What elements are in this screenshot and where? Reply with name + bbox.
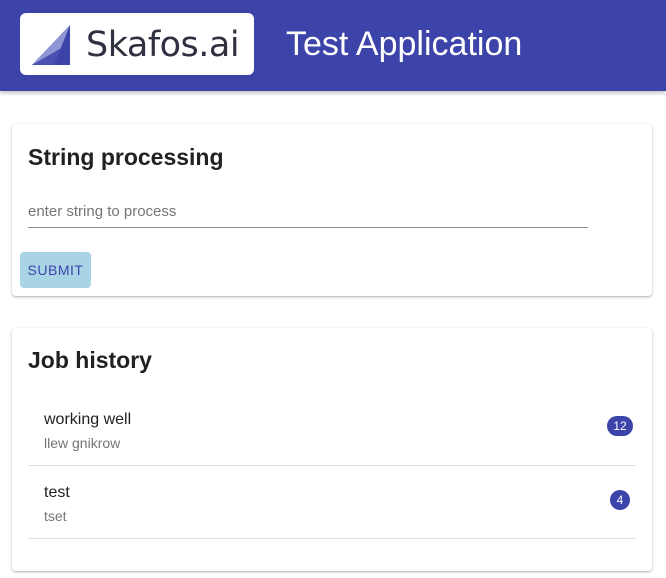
string-input[interactable] (28, 196, 588, 228)
string-processing-card: String processing SUBMIT (12, 124, 652, 296)
job-history-item[interactable]: test tset 4 (28, 466, 636, 539)
logo-text: Skafos.ai (86, 25, 240, 65)
string-processing-title: String processing (28, 144, 224, 170)
skafos-logo[interactable]: Skafos.ai (20, 13, 254, 75)
job-history-item[interactable]: working well llew gnikrow 12 (28, 393, 636, 466)
submit-button[interactable]: SUBMIT (20, 252, 91, 288)
app-title: Test Application (286, 25, 523, 63)
job-input-text: test (44, 484, 70, 501)
job-result-text: tset (44, 508, 67, 524)
app-bar: Skafos.ai Test Application (0, 0, 666, 91)
job-result-text: llew gnikrow (44, 435, 121, 451)
job-count-badge: 12 (607, 416, 633, 436)
job-input-text: working well (44, 411, 132, 428)
skafos-logo-icon (32, 25, 70, 65)
job-history-title: Job history (28, 347, 152, 373)
job-count-badge: 4 (610, 490, 630, 510)
job-history-card: Job history working well llew gnikrow 12… (12, 328, 652, 571)
